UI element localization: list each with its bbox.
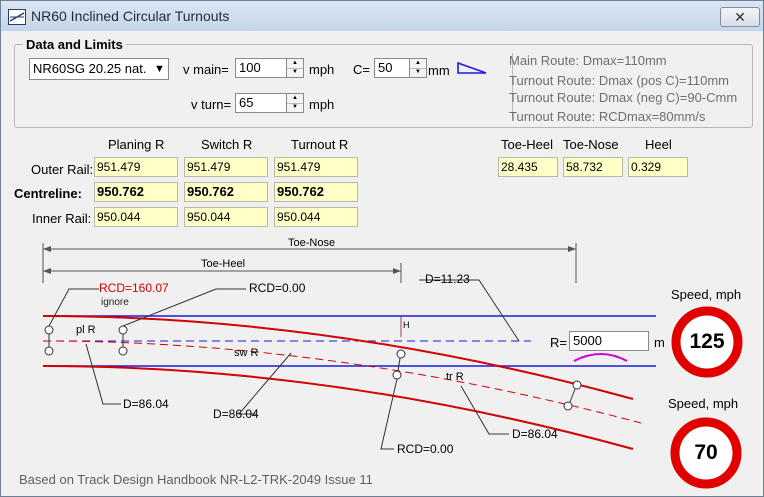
- rcd-planing-label: RCD=160.07: [99, 281, 169, 295]
- node-planing-bottom: [44, 346, 54, 356]
- close-button[interactable]: ✕: [720, 7, 760, 27]
- node-heel-bottom: [392, 370, 402, 380]
- node-planing-top: [44, 325, 54, 335]
- dim-toe-heel: Toe-Heel: [201, 258, 246, 270]
- d-planing-label: D=86.04: [123, 397, 169, 411]
- rcd-switch-label: RCD=0.00: [249, 281, 306, 295]
- radius-unit: m: [654, 335, 665, 350]
- turnout-diagram: [42, 243, 743, 489]
- dim-toe-nose: Toe-Nose: [288, 237, 336, 249]
- node-switch-top: [118, 325, 128, 335]
- d-turnout-label: D=86.04: [512, 427, 558, 441]
- window-title: NR60 Inclined Circular Turnouts: [31, 8, 230, 24]
- sw-r-label: sw R: [234, 347, 259, 359]
- leader-rcd-turnout: [380, 378, 398, 450]
- node-nose-bottom: [563, 401, 573, 411]
- node-switch-bottom: [118, 346, 128, 356]
- turnout-app-icon: [8, 9, 26, 25]
- radius-input[interactable]: 5000: [569, 331, 649, 351]
- title-bar[interactable]: NR60 Inclined Circular Turnouts ✕: [1, 1, 763, 31]
- node-heel-top: [396, 349, 406, 359]
- h-label: H: [403, 320, 410, 330]
- d-top-label: D=11.23: [425, 272, 470, 286]
- footer-reference: Based on Track Design Handbook NR-L2-TRK…: [19, 472, 373, 487]
- leader-d-switch: [237, 352, 292, 415]
- leader-d-top: [419, 279, 520, 342]
- d-switch-label: D=86.04: [213, 407, 259, 421]
- speed-main-label: Speed, mph: [671, 287, 742, 302]
- toe-nose-arrow-left: [43, 246, 51, 252]
- radius-arc-icon: [573, 353, 628, 362]
- main-content: Data and Limits NR60SG 20.25 nat. ▼ v ma…: [1, 31, 763, 496]
- toe-nose-arrow-right: [568, 246, 576, 252]
- speed-turn-value: 70: [694, 441, 718, 464]
- toe-heel-arrow-right: [393, 268, 401, 274]
- speed-turn-label: Speed, mph: [668, 396, 739, 411]
- speed-main-value: 125: [689, 330, 725, 353]
- radius-label: R=: [550, 335, 567, 350]
- rcd-turnout-label: RCD=0.00: [397, 442, 454, 456]
- leader-rcd-planing: [48, 288, 99, 327]
- tr-r-label: tr R: [446, 371, 464, 383]
- pl-r-label: pl R: [76, 324, 96, 336]
- leader-d-planing: [85, 343, 121, 405]
- app-window: NR60 Inclined Circular Turnouts ✕ Data a…: [0, 0, 764, 497]
- ignore-label: ignore: [101, 297, 129, 308]
- toe-heel-arrow-left: [43, 268, 51, 274]
- node-nose-top: [572, 380, 582, 390]
